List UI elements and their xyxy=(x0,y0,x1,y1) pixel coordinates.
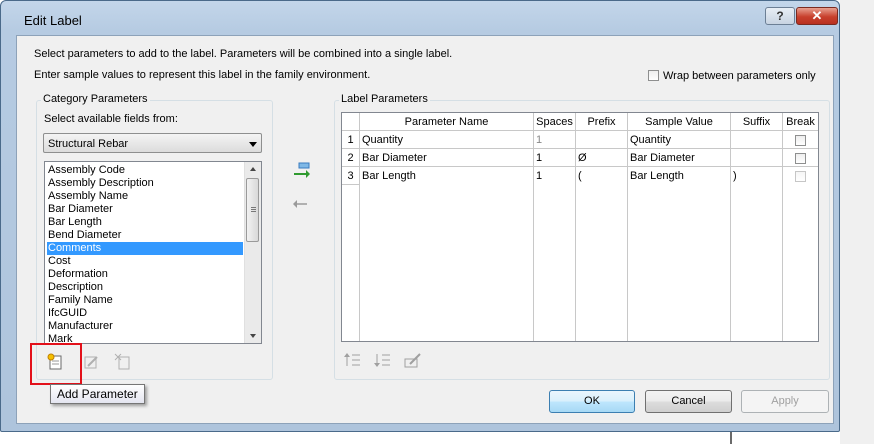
list-item[interactable]: Description xyxy=(47,281,243,294)
column-header: Prefix xyxy=(576,113,627,131)
table-cell-spaces[interactable]: 1 xyxy=(534,149,575,167)
table-cell-spaces[interactable]: 1 xyxy=(534,131,575,149)
table-cell-prefix[interactable]: ( xyxy=(576,167,627,185)
move-down-button[interactable] xyxy=(372,350,394,370)
edit-parameter-button[interactable] xyxy=(80,352,102,372)
category-parameter-list[interactable]: Assembly Code Assembly Description Assembl… xyxy=(44,161,262,344)
scroll-down-icon[interactable] xyxy=(250,334,256,338)
fields-from-label: Select available fields from: xyxy=(44,113,178,125)
list-item[interactable]: Manufacturer xyxy=(47,320,243,333)
table-cell-name[interactable]: Quantity xyxy=(360,131,533,149)
wrap-checkbox-label: Wrap between parameters only xyxy=(663,70,816,82)
list-item[interactable]: Bar Diameter xyxy=(47,203,243,216)
chevron-down-icon xyxy=(249,142,257,147)
label-parameters-table[interactable]: Parameter Name Spaces Prefix Sample Value Su… xyxy=(341,112,819,342)
help-button[interactable]: ? xyxy=(765,7,795,25)
list-scrollbar[interactable] xyxy=(244,162,261,343)
break-checkbox[interactable] xyxy=(795,171,806,182)
column-header: Suffix xyxy=(731,113,782,131)
remove-parameter-icon xyxy=(114,353,130,370)
row-number: 2 xyxy=(347,152,354,164)
table-cell-prefix[interactable]: Ø xyxy=(576,149,627,167)
close-button[interactable]: ✕ xyxy=(796,7,838,25)
remove-from-label-button[interactable] xyxy=(290,194,312,214)
row-number: 3 xyxy=(347,170,354,182)
fields-source-value: Structural Rebar xyxy=(48,138,129,150)
remove-parameter-button[interactable] xyxy=(112,352,134,372)
wrap-checkbox[interactable] xyxy=(648,70,659,81)
list-item[interactable]: Deformation xyxy=(47,268,243,281)
list-item[interactable]: Assembly Code xyxy=(47,164,243,177)
instruction-text-1: Select parameters to add to the label. P… xyxy=(34,48,453,60)
table-cell-spaces[interactable]: 1 xyxy=(534,167,575,185)
edit-parameter-icon xyxy=(84,356,98,369)
grip-line xyxy=(251,207,256,208)
list-item[interactable]: IfcGUID xyxy=(47,307,243,320)
column-header: Spaces xyxy=(534,113,575,131)
row-number: 1 xyxy=(347,134,354,146)
column-header: Break xyxy=(783,113,818,131)
table-cell-sample[interactable]: Bar Length xyxy=(628,167,730,185)
list-item[interactable]: Cost xyxy=(47,255,243,268)
ok-button[interactable]: OK xyxy=(549,390,635,413)
instruction-text-2: Enter sample values to represent this la… xyxy=(34,69,371,81)
move-down-icon xyxy=(374,354,390,367)
cancel-button[interactable]: Cancel xyxy=(645,390,732,413)
scroll-up-icon[interactable] xyxy=(250,167,256,171)
edit-sample-icon xyxy=(404,353,421,368)
table-cell-prefix[interactable] xyxy=(576,131,627,149)
column-header: Sample Value xyxy=(628,113,730,131)
add-parameter-tooltip: Add Parameter xyxy=(50,384,145,404)
list-item[interactable]: Bend Diameter xyxy=(47,229,243,242)
highlight-box xyxy=(30,343,82,385)
background-strip xyxy=(840,0,874,444)
table-cell-name[interactable]: Bar Length xyxy=(360,167,533,185)
table-cell-suffix[interactable] xyxy=(731,131,782,149)
table-cell-sample[interactable]: Bar Diameter xyxy=(628,149,730,167)
table-cell-name[interactable]: Bar Diameter xyxy=(360,149,533,167)
category-parameters-label: Category Parameters xyxy=(41,93,150,105)
column-header: Parameter Name xyxy=(360,113,533,131)
table-cell-sample[interactable]: Quantity xyxy=(628,131,730,149)
list-item[interactable]: Family Name xyxy=(47,294,243,307)
edit-sample-button[interactable] xyxy=(402,350,424,370)
table-cell-suffix[interactable] xyxy=(731,149,782,167)
label-parameters-label: Label Parameters xyxy=(339,93,430,105)
list-item[interactable]: Bar Length xyxy=(47,216,243,229)
remove-from-label-arrow-icon xyxy=(293,200,307,208)
list-item[interactable]: Assembly Description xyxy=(47,177,243,190)
apply-button[interactable]: Apply xyxy=(741,390,829,413)
dialog-title: Edit Label xyxy=(24,13,82,28)
add-to-label-button[interactable] xyxy=(290,161,312,181)
break-checkbox[interactable] xyxy=(795,153,806,164)
scrollbar-thumb[interactable] xyxy=(246,178,259,242)
list-item[interactable]: Comments xyxy=(47,242,243,255)
add-to-label-arrow-icon xyxy=(294,162,310,178)
fields-source-dropdown[interactable]: Structural Rebar xyxy=(43,133,262,153)
column-header xyxy=(342,113,359,131)
grip-line xyxy=(251,209,256,210)
list-item[interactable]: Assembly Name xyxy=(47,190,243,203)
move-up-button[interactable] xyxy=(342,350,364,370)
break-checkbox[interactable] xyxy=(795,135,806,146)
grip-line xyxy=(251,211,256,212)
move-up-icon xyxy=(344,353,360,366)
table-cell-suffix[interactable]: ) xyxy=(731,167,782,185)
